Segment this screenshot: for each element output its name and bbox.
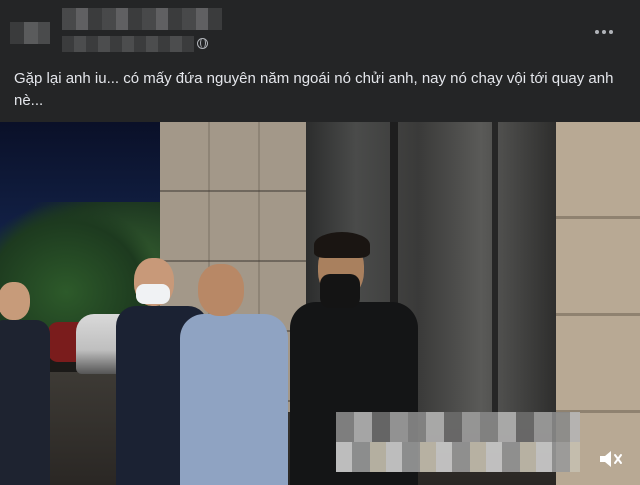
dot: [595, 30, 599, 34]
person-head: [0, 282, 30, 320]
post-header: [0, 0, 640, 60]
person: [0, 320, 50, 485]
avatar[interactable]: [10, 22, 50, 44]
post-timestamp-redacted[interactable]: [62, 36, 194, 52]
globe-icon: [197, 38, 208, 49]
video-scene-frame: [492, 122, 498, 412]
post-text: Gặp lại anh iu... có mấy đứa nguyên năm …: [14, 70, 614, 109]
author-name-redacted[interactable]: [62, 8, 222, 30]
volume-muted-icon[interactable]: [598, 448, 624, 470]
more-options-icon[interactable]: [588, 20, 620, 44]
post-video[interactable]: [0, 122, 640, 485]
face-mask: [320, 274, 360, 308]
redacted-region: [336, 412, 580, 472]
person-head: [198, 264, 244, 316]
face-mask: [136, 284, 170, 304]
dot: [609, 30, 613, 34]
dot: [602, 30, 606, 34]
person: [180, 314, 288, 485]
person-hair: [314, 232, 370, 258]
